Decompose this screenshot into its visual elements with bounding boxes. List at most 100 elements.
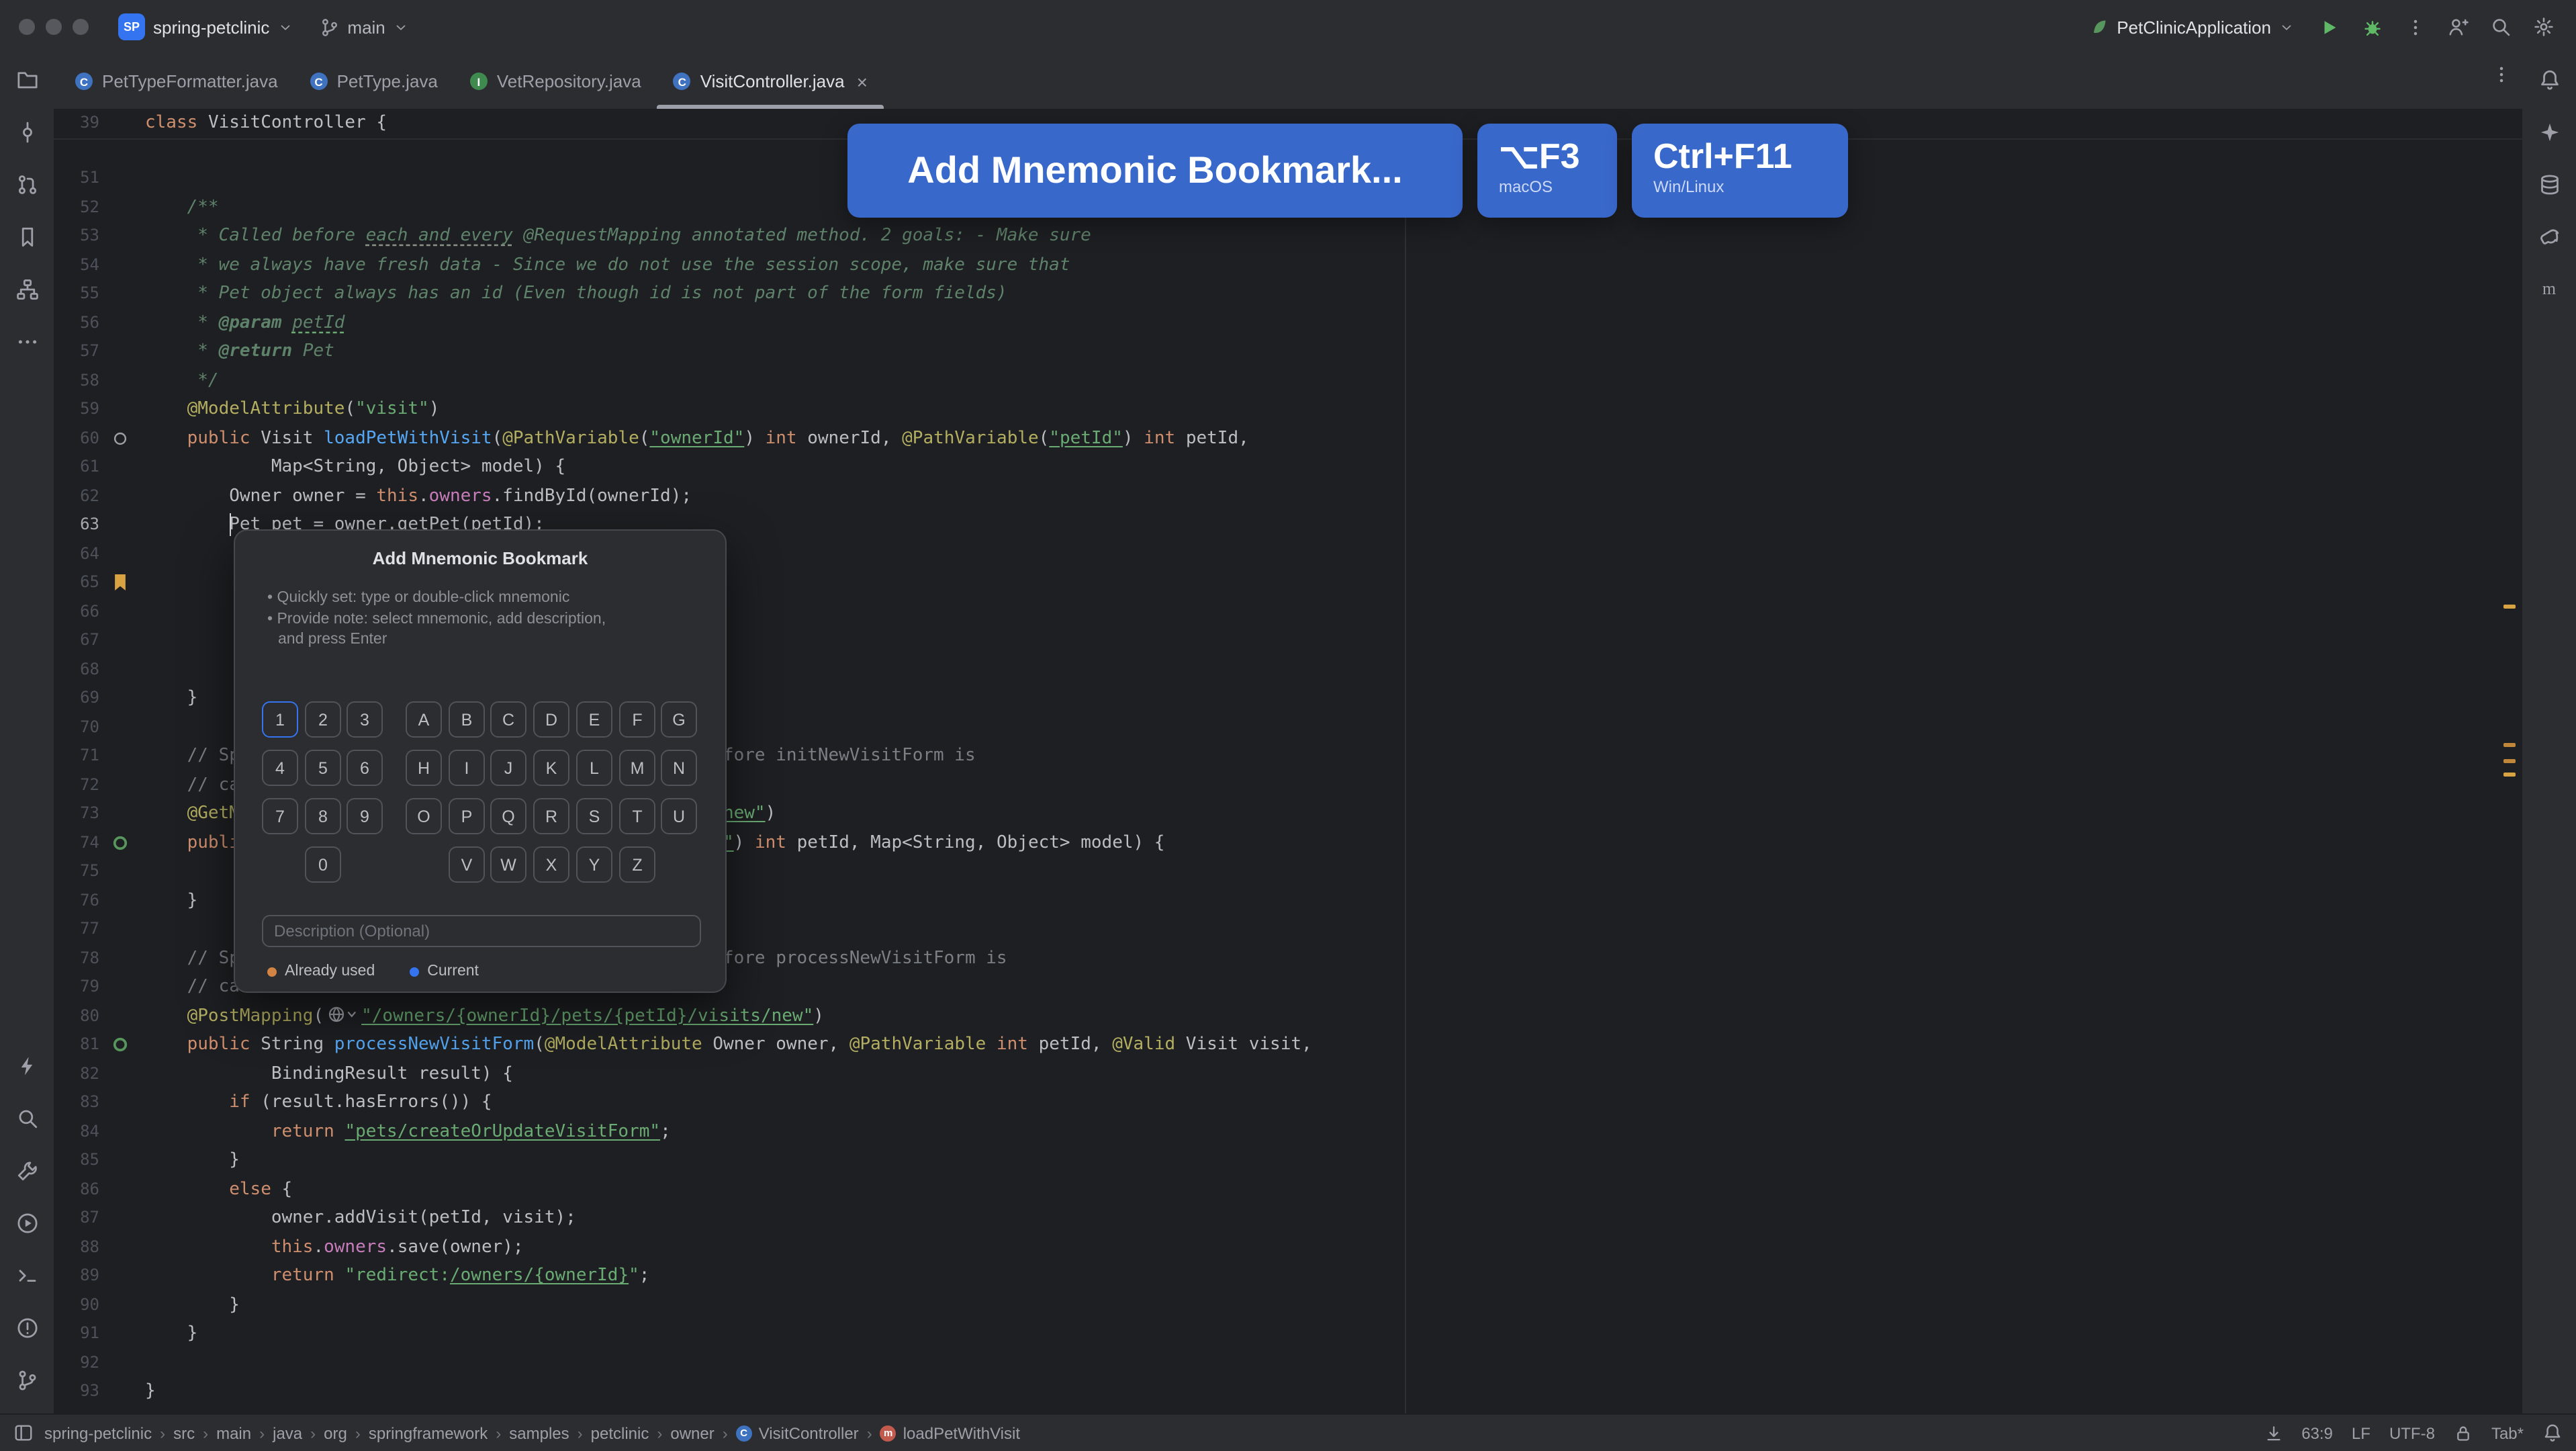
notifications-bell-icon[interactable] [2542,1423,2563,1443]
code-line-90[interactable]: 90 } [54,1290,2522,1319]
mnemonic-key-H[interactable]: H [406,750,442,786]
mnemonic-key-W[interactable]: W [490,846,526,883]
line-number[interactable]: 69 [54,684,99,713]
code-line-85[interactable]: 85 } [54,1146,2522,1175]
code-line-84[interactable]: 84 return "pets/createOrUpdateVisitForm"… [54,1117,2522,1146]
tab-visitcontroller-java[interactable]: CVisitController.java× [657,54,884,109]
line-number[interactable]: 59 [54,395,99,424]
project-widget[interactable]: SP spring-petclinic [107,8,303,46]
mnemonic-key-O[interactable]: O [406,798,442,834]
line-number[interactable]: 90 [54,1290,99,1319]
bookmark-gutter-icon[interactable] [110,572,132,594]
more-button[interactable] [9,324,44,359]
ai-button[interactable] [2532,114,2567,149]
breadcrumb-springframework[interactable]: springframework [369,1423,488,1442]
breadcrumb-spring-petclinic[interactable]: spring-petclinic [44,1423,152,1442]
endpoint-gutter-icon[interactable] [110,1035,132,1056]
breadcrumb-java[interactable]: java [273,1423,302,1442]
mnemonic-key-1[interactable]: 1 [262,701,298,738]
line-number[interactable]: 55 [54,279,99,308]
mnemonic-key-S[interactable]: S [576,798,612,834]
breadcrumb-loadPetWithVisit[interactable]: mloadPetWithVisit [880,1423,1020,1442]
line-number[interactable]: 87 [54,1204,99,1233]
line-number[interactable]: 74 [54,828,99,857]
line-number[interactable]: 88 [54,1233,99,1262]
code-line-86[interactable]: 86 else { [54,1175,2522,1204]
line-number[interactable]: 66 [54,597,99,626]
mnemonic-key-8[interactable]: 8 [305,798,341,834]
mnemonic-key-C[interactable]: C [490,701,526,738]
indent-style[interactable]: Tab* [2491,1423,2524,1442]
download-indicator-icon[interactable] [2264,1423,2283,1442]
mnemonic-key-A[interactable]: A [406,701,442,738]
mnemonic-key-M[interactable]: M [619,750,655,786]
line-number[interactable]: 84 [54,1117,99,1146]
minimize-window-icon[interactable] [46,19,62,35]
code-line-81[interactable]: 81 public String processNewVisitForm(@Mo… [54,1030,2522,1059]
mnemonic-key-6[interactable]: 6 [347,750,383,786]
code-line-54[interactable]: 54 * we always have fresh data - Since w… [54,251,2522,279]
breadcrumb-VisitController[interactable]: CVisitController [736,1423,859,1442]
line-number[interactable]: 39 [54,109,99,138]
line-number[interactable]: 79 [54,973,99,1002]
line-number[interactable]: 70 [54,713,99,742]
maven-button[interactable]: m [2532,271,2567,306]
line-number[interactable]: 54 [54,251,99,279]
line-number[interactable]: 82 [54,1059,99,1088]
code-line-62[interactable]: 62 Owner owner = this.owners.findById(ow… [54,482,2522,511]
line-number[interactable]: 57 [54,337,99,366]
tool-window-layout-icon[interactable] [13,1423,34,1443]
code-line-61[interactable]: 61 Map<String, Object> model) { [54,453,2522,482]
code-line-53[interactable]: 53 * Called before each and every @Reque… [54,222,2522,251]
url-inlay-globe-icon[interactable] [328,1004,357,1033]
code-editor[interactable]: 39class VisitController {5152 /**53 * Ca… [54,109,2522,1413]
breadcrumb-src[interactable]: src [173,1423,195,1442]
code-line-87[interactable]: 87 owner.addVisit(petId, visit); [54,1204,2522,1233]
mnemonic-key-4[interactable]: 4 [262,750,298,786]
line-number[interactable]: 52 [54,193,99,222]
commit-button[interactable] [9,114,44,149]
run-configuration-widget[interactable]: PetClinicApplication [2079,11,2305,42]
mnemonic-key-Z[interactable]: Z [619,846,655,883]
zap-button[interactable] [9,1048,44,1083]
mnemonic-key-I[interactable]: I [449,750,485,786]
close-window-icon[interactable] [19,19,35,35]
line-number[interactable]: 80 [54,1002,99,1030]
code-line-56[interactable]: 56 * @param petId [54,308,2522,337]
bell-button[interactable] [2532,62,2567,97]
mnemonic-key-V[interactable]: V [449,846,485,883]
breadcrumb-owner[interactable]: owner [670,1423,714,1442]
line-number[interactable]: 75 [54,857,99,886]
mnemonic-key-K[interactable]: K [533,750,569,786]
tab-pettype-java[interactable]: CPetType.java [294,54,454,109]
code-line-60[interactable]: 60 public Visit loadPetWithVisit(@PathVa… [54,424,2522,453]
database-button[interactable] [2532,167,2567,202]
breadcrumb-petclinic[interactable]: petclinic [591,1423,649,1442]
file-encoding[interactable]: UTF-8 [2389,1423,2435,1442]
line-number[interactable]: 56 [54,308,99,337]
line-number[interactable]: 76 [54,886,99,915]
lock-icon[interactable] [2454,1423,2473,1442]
code-line-83[interactable]: 83 if (result.hasErrors()) { [54,1088,2522,1117]
wrench-button[interactable] [9,1153,44,1188]
mnemonic-key-7[interactable]: 7 [262,798,298,834]
mnemonic-key-R[interactable]: R [533,798,569,834]
description-input[interactable] [262,915,701,947]
branch-widget[interactable]: main [308,11,418,42]
mnemonic-key-0[interactable]: 0 [305,846,341,883]
line-number[interactable]: 72 [54,771,99,799]
bookmark-button[interactable] [9,219,44,254]
folder-button[interactable] [9,62,44,97]
code-line-89[interactable]: 89 return "redirect:/owners/{ownerId}"; [54,1262,2522,1290]
line-number[interactable]: 86 [54,1175,99,1204]
line-number[interactable]: 65 [54,568,99,597]
run-button[interactable] [2310,8,2348,46]
terminal-button[interactable] [9,1258,44,1292]
mnemonic-key-3[interactable]: 3 [347,701,383,738]
maximize-window-icon[interactable] [73,19,89,35]
line-number[interactable]: 91 [54,1319,99,1348]
mnemonic-key-L[interactable]: L [576,750,612,786]
mnemonic-key-B[interactable]: B [449,701,485,738]
caret-position[interactable]: 63:9 [2301,1423,2333,1442]
mnemonic-key-T[interactable]: T [619,798,655,834]
